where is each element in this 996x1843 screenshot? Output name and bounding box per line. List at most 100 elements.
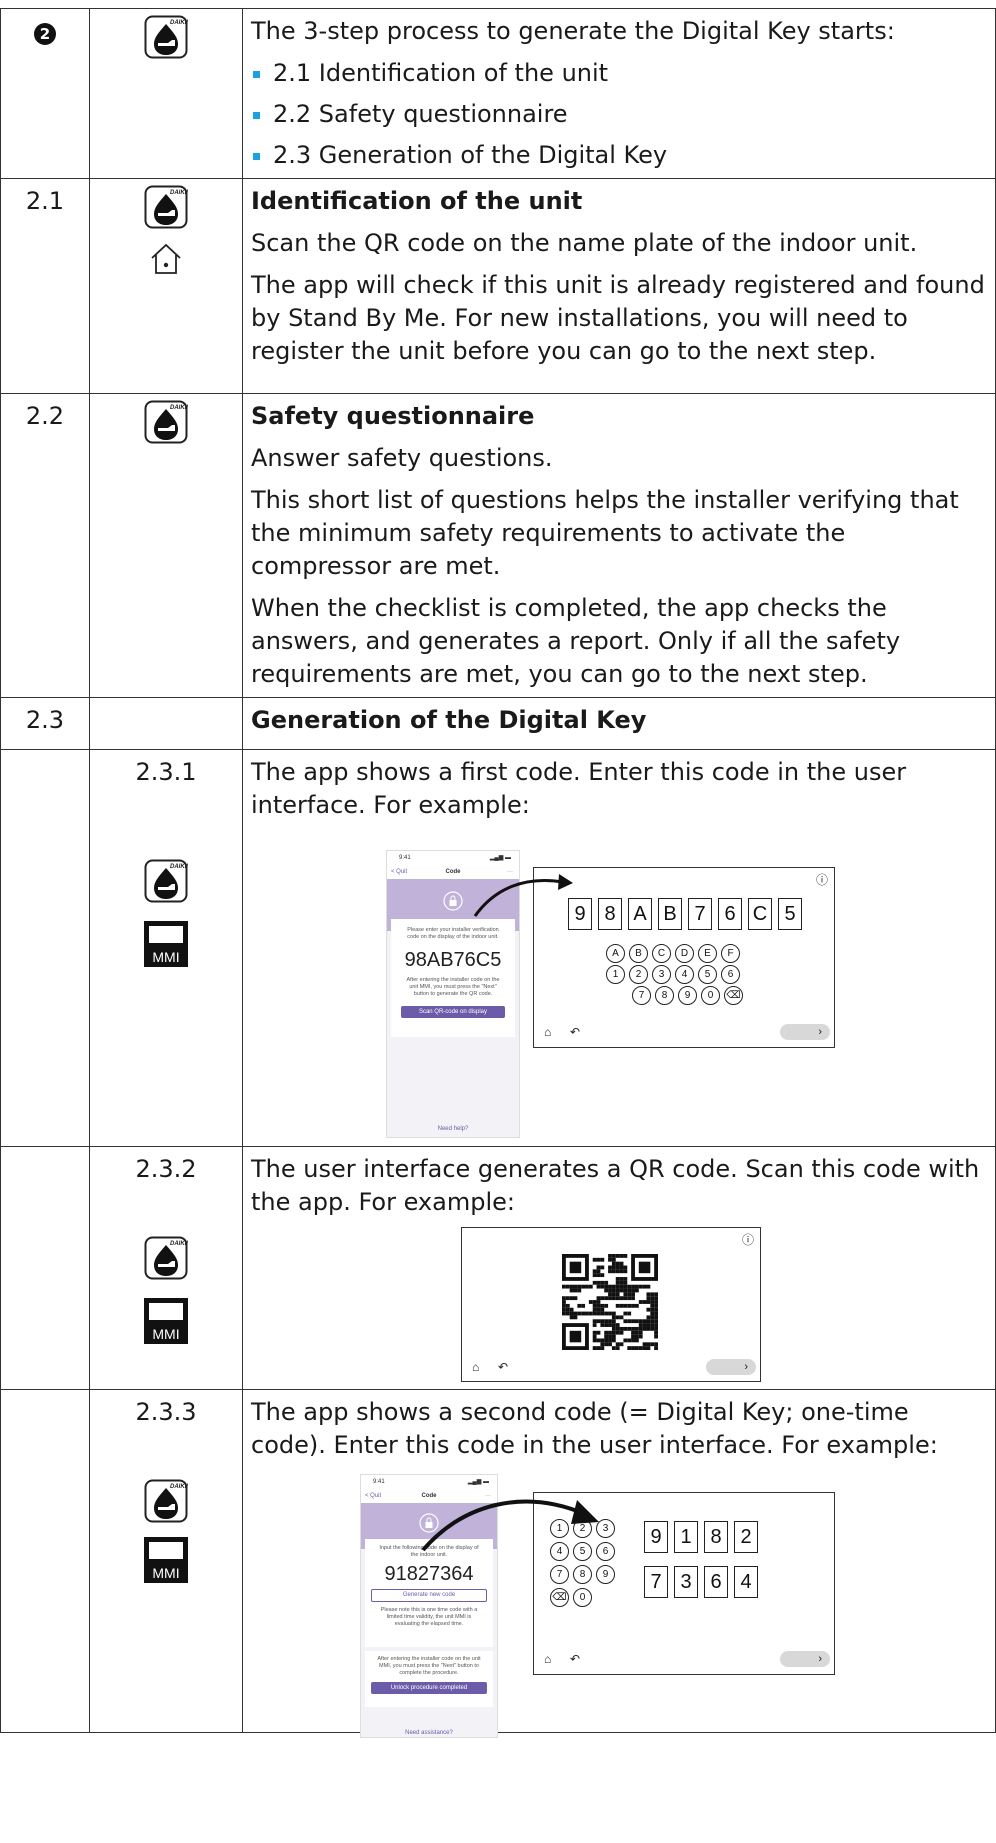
keypad-button[interactable]: 0	[701, 986, 720, 1005]
code-digit-box: C	[748, 898, 772, 930]
list-item: 2.3 Generation of the Digital Key	[251, 139, 987, 172]
paragraph: This short list of questions helps the i…	[251, 486, 959, 580]
keypad-button[interactable]: ⌫	[724, 986, 743, 1005]
code-digit-box: 9	[644, 1521, 668, 1553]
step-number: 2.3.3	[135, 1398, 197, 1426]
keypad-button[interactable]: E	[698, 944, 717, 963]
step-text: The 3-step process to generate the Digit…	[251, 17, 895, 45]
step-row-2: 2 The 3-step process to generate the Dig…	[0, 8, 996, 179]
mmi-icon: MMI	[144, 921, 188, 967]
code-digit-box: 1	[674, 1521, 698, 1553]
code-digit-box: 3	[674, 1566, 698, 1598]
daikin-app-icon	[144, 1236, 188, 1280]
user-interface-screen: ⓘ 98AB76C5 ABCDEF 123456 7 8 9 0 ⌫ ⌂ ↶ ›	[533, 867, 835, 1048]
paragraph: When the checklist is completed, the app…	[251, 594, 901, 688]
step-row-2-1: 2.1 Identification of the unit Scan the …	[0, 178, 996, 394]
help-link[interactable]: Need assistance?	[361, 1717, 497, 1750]
daikin-app-icon	[144, 1479, 188, 1523]
step-number: 2.3.2	[135, 1155, 197, 1183]
home-icon[interactable]: ⌂	[544, 1653, 551, 1665]
keypad-button[interactable]: ⌫	[550, 1588, 569, 1607]
info-icon[interactable]: ⓘ	[742, 1234, 754, 1246]
keypad-button[interactable]: 7	[632, 986, 651, 1005]
unlock-completed-button[interactable]: Unlock procedure completed	[371, 1682, 487, 1694]
next-button[interactable]: ›	[780, 1651, 830, 1667]
back-icon[interactable]: ↶	[498, 1361, 508, 1373]
step-number: 2.2	[0, 393, 90, 698]
step-row-2-3-1: 2.3.1 MMI The app shows a first code. En…	[0, 749, 996, 1147]
step-list: 2.1 Identification of the unit 2.2 Safet…	[251, 57, 987, 172]
daikin-app-icon	[144, 15, 188, 59]
arrow	[421, 1499, 599, 1552]
daikin-app-icon	[144, 185, 188, 229]
keypad-button[interactable]: B	[629, 944, 648, 963]
keypad-button[interactable]: 9	[596, 1565, 615, 1584]
code-digit-box: 6	[718, 898, 742, 930]
paragraph: The user interface generates a QR code. …	[251, 1155, 980, 1216]
daikin-app-icon	[144, 400, 188, 444]
code-digit-box: 7	[688, 898, 712, 930]
next-button[interactable]: ›	[706, 1359, 756, 1375]
code-digit-box: B	[658, 898, 682, 930]
keypad-button[interactable]: 9	[678, 986, 697, 1005]
section-title: Generation of the Digital Key	[251, 706, 647, 734]
mmi-icon: MMI	[144, 1298, 188, 1344]
back-icon[interactable]: ↶	[570, 1653, 580, 1665]
lock-shield-icon	[443, 891, 463, 911]
back-icon[interactable]: ↶	[570, 1026, 580, 1038]
keypad-button[interactable]: 7	[550, 1565, 569, 1584]
keypad-button[interactable]: 4	[675, 965, 694, 984]
paragraph: The app shows a second code (= Digital K…	[251, 1398, 938, 1459]
home-icon[interactable]: ⌂	[544, 1026, 551, 1038]
keypad-button[interactable]: 8	[655, 986, 674, 1005]
info-icon[interactable]: ⓘ	[816, 874, 828, 886]
section-title: Safety questionnaire	[251, 402, 535, 430]
next-button[interactable]: ›	[780, 1024, 830, 1040]
code-digit-box: 8	[598, 898, 622, 930]
keypad-button[interactable]: 6	[721, 965, 740, 984]
step-row-2-3-2: 2.3.2 MMI The user interface generates a…	[0, 1146, 996, 1390]
daikin-app-icon	[144, 859, 188, 903]
generate-code-button[interactable]: Generate new code	[371, 1589, 487, 1602]
house-icon	[151, 243, 181, 274]
keypad-button[interactable]: 2	[629, 965, 648, 984]
step-row-2-2: 2.2 Safety questionnaire Answer safety q…	[0, 393, 996, 698]
code-digit-box: 2	[734, 1521, 758, 1553]
step-number: 2.1	[0, 178, 90, 394]
code-digit-box: 5	[778, 898, 802, 930]
step-number: 2.3	[0, 697, 90, 750]
code-digit-box: 4	[734, 1566, 758, 1598]
help-link[interactable]: Need help?	[387, 1113, 519, 1146]
code-digit-box: 7	[644, 1566, 668, 1598]
step-row-2-3-3: 2.3.3 MMI The app shows a second code (=…	[0, 1389, 996, 1738]
procedure-table: 2 The 3-step process to generate the Dig…	[0, 8, 996, 1738]
keypad-button[interactable]: C	[652, 944, 671, 963]
keypad-button[interactable]: A	[606, 944, 625, 963]
qr-code	[562, 1254, 658, 1350]
keypad-button[interactable]: F	[721, 944, 740, 963]
code-digit-box: 6	[704, 1566, 728, 1598]
home-icon[interactable]: ⌂	[472, 1361, 479, 1373]
step-number: 2.3.1	[135, 758, 197, 786]
paragraph: The app will check if this unit is alrea…	[251, 271, 985, 365]
paragraph: The app shows a first code. Enter this c…	[251, 758, 907, 819]
keypad-button[interactable]: D	[675, 944, 694, 963]
keypad-button[interactable]: 8	[573, 1565, 592, 1584]
section-title: Identification of the unit	[251, 187, 583, 215]
keypad-button[interactable]: 1	[606, 965, 625, 984]
user-interface-screen: ⓘ ⌂ ↶ ›	[461, 1227, 761, 1382]
list-item: 2.1 Identification of the unit	[251, 57, 987, 90]
paragraph: Scan the QR code on the name plate of th…	[251, 229, 918, 257]
keypad-button[interactable]: 3	[652, 965, 671, 984]
scan-qr-button[interactable]: Scan QR-code on display	[401, 1006, 505, 1018]
keypad-button[interactable]: 0	[573, 1588, 592, 1607]
mmi-icon: MMI	[144, 1537, 188, 1583]
code-digit-box: 8	[704, 1521, 728, 1553]
code-digit-box: A	[628, 898, 652, 930]
paragraph: Answer safety questions.	[251, 444, 553, 472]
step-marker: 2	[34, 23, 56, 45]
step-row-2-3: 2.3 Generation of the Digital Key	[0, 697, 996, 750]
arrow	[473, 874, 573, 917]
list-item: 2.2 Safety questionnaire	[251, 98, 987, 131]
keypad-button[interactable]: 5	[698, 965, 717, 984]
